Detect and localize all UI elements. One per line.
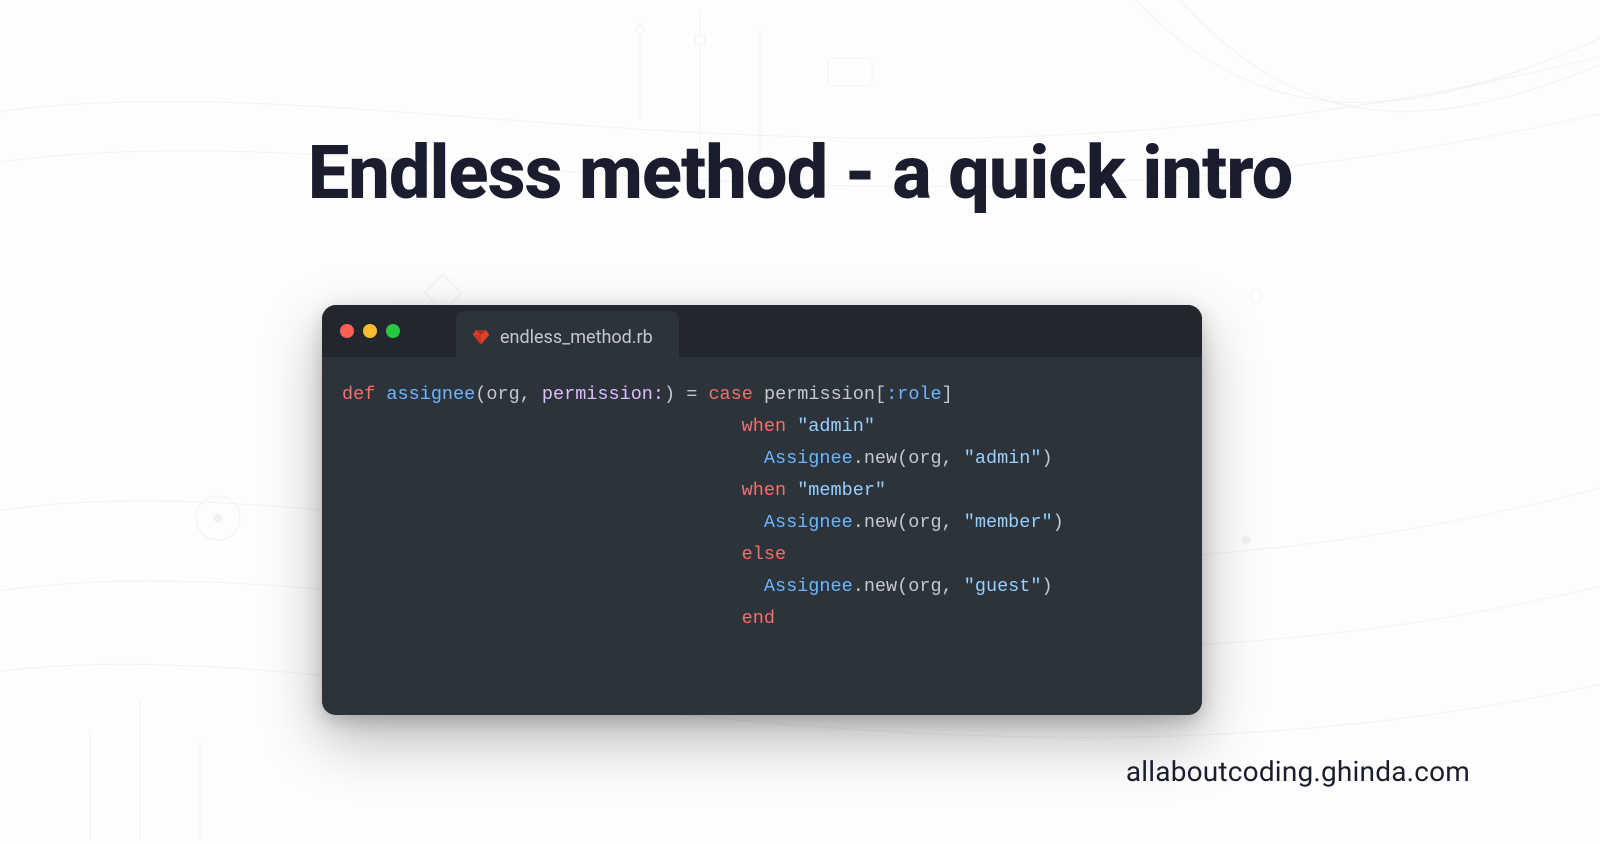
code-param-org: org [486,384,519,405]
code-indent [342,416,742,437]
code-keyword-def: def [342,384,375,405]
code-keyword-case: case [708,384,752,405]
editor-tab[interactable]: endless_method.rb [456,311,679,363]
code-punc: ) [1053,512,1064,533]
code-punc: ( [897,512,908,533]
code-arg-org: org [908,512,941,533]
code-indent [342,448,764,469]
code-const-assignee: Assignee [764,448,853,469]
code-method-new: new [864,448,897,469]
code-punc: = [675,384,708,405]
code-arg-org: org [908,448,941,469]
code-punc: ) [1041,576,1052,597]
code-punc: ( [897,576,908,597]
ruby-icon [472,328,490,346]
code-indent [342,608,742,629]
code-indent [342,512,764,533]
editor-titlebar: endless_method.rb [322,305,1202,357]
code-method-new: new [864,576,897,597]
code-arg-org: org [908,576,941,597]
code-param-permission: permission: [542,384,664,405]
code-keyword-when: when [742,416,786,437]
code-string-admin: "admin" [964,448,1042,469]
maximize-icon[interactable] [386,324,400,338]
code-punc: ) [664,384,675,405]
code-keyword-when: when [742,480,786,501]
code-method-name: assignee [386,384,475,405]
minimize-icon[interactable] [363,324,377,338]
code-indent [342,544,742,565]
code-string-admin: "admin" [797,416,875,437]
code-punc: ( [475,384,486,405]
code-block: def assignee(org, permission:) = case pe… [342,379,1182,635]
editor-body: def assignee(org, permission:) = case pe… [322,357,1202,715]
window-controls [340,324,400,338]
code-string-guest: "guest" [964,576,1042,597]
code-const-assignee: Assignee [764,576,853,597]
code-punc: , [942,576,964,597]
code-string-member: "member" [964,512,1053,533]
code-punc: . [853,576,864,597]
code-punc: . [853,448,864,469]
code-keyword-end: end [742,608,775,629]
close-icon[interactable] [340,324,354,338]
code-punc: ] [942,384,953,405]
code-keyword-else: else [742,544,786,565]
code-indent [342,480,742,501]
code-ident: permission [764,384,875,405]
code-string-member: "member" [797,480,886,501]
code-punc: [ [875,384,886,405]
code-const-assignee: Assignee [764,512,853,533]
code-punc: . [853,512,864,533]
code-punc: , [520,384,542,405]
code-indent [342,576,764,597]
editor-tab-filename: endless_method.rb [500,327,653,348]
code-symbol-role: :role [886,384,942,405]
code-method-new: new [864,512,897,533]
code-editor-window: endless_method.rb def assignee(org, perm… [322,305,1202,715]
code-punc: ) [1041,448,1052,469]
code-punc: , [942,512,964,533]
code-punc: ( [897,448,908,469]
site-watermark: allaboutcoding.ghinda.com [1126,755,1470,788]
page-title: Endless method - a quick intro [0,130,1600,217]
code-punc: , [942,448,964,469]
